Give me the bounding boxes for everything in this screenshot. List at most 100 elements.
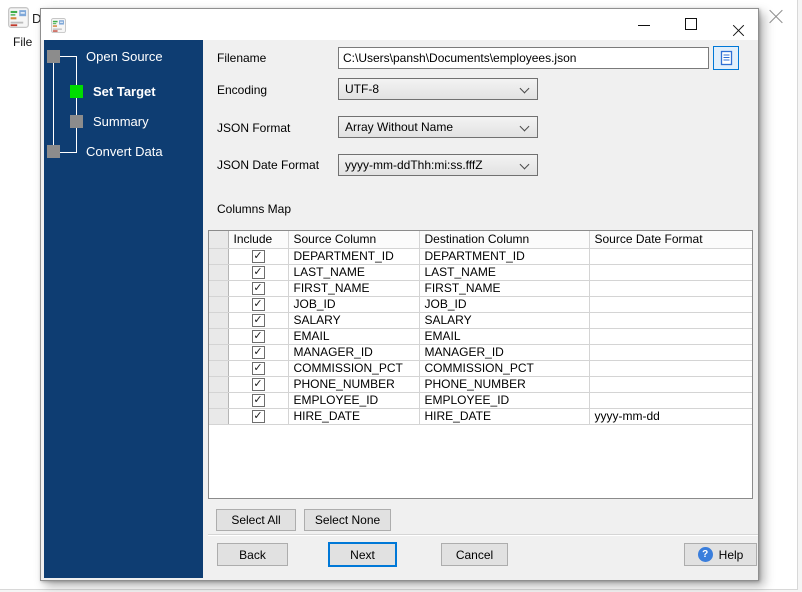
row-header-cell[interactable]: [209, 344, 229, 361]
source-column-cell[interactable]: DEPARTMENT_ID: [288, 248, 420, 265]
source-column-cell[interactable]: EMAIL: [288, 328, 420, 345]
back-button[interactable]: Back: [217, 543, 288, 566]
destination-column-cell[interactable]: EMPLOYEE_ID: [419, 392, 590, 409]
select-all-button[interactable]: Select All: [216, 509, 296, 531]
source-column-cell[interactable]: MANAGER_ID: [288, 344, 420, 361]
screen: Da File: [0, 0, 802, 592]
destination-column-cell[interactable]: HIRE_DATE: [419, 408, 590, 425]
close-button[interactable]: [723, 13, 753, 36]
include-checkbox[interactable]: ✓: [251, 346, 265, 359]
row-header-cell[interactable]: [209, 280, 229, 297]
include-checkbox[interactable]: ✓: [251, 266, 265, 279]
destination-column-cell[interactable]: PHONE_NUMBER: [419, 376, 590, 393]
source-date-format-cell[interactable]: [589, 264, 752, 281]
column-header-source-column[interactable]: Source Column: [288, 231, 420, 249]
destination-column-cell[interactable]: DEPARTMENT_ID: [419, 248, 590, 265]
include-checkbox[interactable]: ✓: [251, 314, 265, 327]
row-header-cell[interactable]: [209, 392, 229, 409]
destination-column-cell[interactable]: JOB_ID: [419, 296, 590, 313]
row-header-cell[interactable]: [209, 360, 229, 377]
encoding-dropdown[interactable]: UTF-8: [338, 78, 538, 100]
dialog-titlebar: [41, 9, 758, 40]
dialog-app-icon: [51, 18, 66, 33]
destination-column-cell[interactable]: SALARY: [419, 312, 590, 329]
row-header-cell[interactable]: [209, 264, 229, 281]
cancel-button[interactable]: Cancel: [441, 543, 508, 566]
include-cell: ✓: [228, 328, 289, 345]
destination-column-cell[interactable]: MANAGER_ID: [419, 344, 590, 361]
source-column-cell[interactable]: HIRE_DATE: [288, 408, 420, 425]
source-date-format-cell[interactable]: [589, 312, 752, 329]
source-column-cell[interactable]: SALARY: [288, 312, 420, 329]
source-date-format-cell[interactable]: [589, 376, 752, 393]
step-marker-open-source: [47, 50, 60, 63]
minimize-icon: [638, 25, 650, 26]
row-header-cell[interactable]: [209, 248, 229, 265]
destination-column-cell[interactable]: EMAIL: [419, 328, 590, 345]
destination-column-cell[interactable]: FIRST_NAME: [419, 280, 590, 297]
destination-column-cell[interactable]: COMMISSION_PCT: [419, 360, 590, 377]
columns-map-grid[interactable]: Include Source Column Destination Column So…: [208, 230, 753, 499]
include-cell: ✓: [228, 376, 289, 393]
table-row: ✓ HIRE_DATE HIRE_DATE yyyy-mm-dd: [209, 408, 752, 425]
include-cell: ✓: [228, 344, 289, 361]
source-date-format-cell[interactable]: [589, 280, 752, 297]
json-format-dropdown[interactable]: Array Without Name: [338, 116, 538, 138]
include-checkbox[interactable]: ✓: [251, 282, 265, 295]
source-date-format-cell[interactable]: [589, 328, 752, 345]
source-date-format-cell[interactable]: [589, 344, 752, 361]
filename-input[interactable]: [338, 47, 709, 69]
include-checkbox[interactable]: ✓: [251, 410, 265, 423]
table-row: ✓ SALARY SALARY: [209, 312, 752, 329]
column-header-include[interactable]: Include: [228, 231, 289, 249]
row-header-cell[interactable]: [209, 376, 229, 393]
table-row: ✓ EMAIL EMAIL: [209, 328, 752, 345]
table-row: ✓ COMMISSION_PCT COMMISSION_PCT: [209, 360, 752, 377]
row-header-cell[interactable]: [209, 328, 229, 345]
source-column-cell[interactable]: LAST_NAME: [288, 264, 420, 281]
minimize-button[interactable]: [629, 13, 659, 36]
include-checkbox[interactable]: ✓: [251, 298, 265, 311]
source-column-cell[interactable]: JOB_ID: [288, 296, 420, 313]
help-button[interactable]: ? Help: [684, 543, 757, 566]
source-date-format-cell[interactable]: [589, 248, 752, 265]
source-date-format-cell[interactable]: [589, 296, 752, 313]
wizard-sidebar: Open Source Set Target Summary Convert D…: [44, 40, 203, 578]
source-column-cell[interactable]: EMPLOYEE_ID: [288, 392, 420, 409]
row-header-cell[interactable]: [209, 408, 229, 425]
source-column-cell[interactable]: FIRST_NAME: [288, 280, 420, 297]
help-button-label: Help: [718, 547, 744, 562]
maximize-button[interactable]: [676, 13, 706, 36]
row-header-cell[interactable]: [209, 296, 229, 313]
json-date-format-label: JSON Date Format: [217, 158, 320, 172]
include-cell: ✓: [228, 312, 289, 329]
grid-corner-cell[interactable]: [209, 231, 229, 249]
chevron-down-icon: [519, 83, 530, 94]
row-header-cell[interactable]: [209, 312, 229, 329]
source-column-cell[interactable]: PHONE_NUMBER: [288, 376, 420, 393]
json-date-format-dropdown[interactable]: yyyy-mm-ddThh:mi:ss.fffZ: [338, 154, 538, 176]
chevron-down-icon: [519, 121, 530, 132]
source-date-format-cell[interactable]: [589, 360, 752, 377]
menu-file[interactable]: File: [8, 33, 37, 51]
select-none-button[interactable]: Select None: [304, 509, 391, 531]
table-row: ✓ EMPLOYEE_ID EMPLOYEE_ID: [209, 392, 752, 409]
source-column-cell[interactable]: COMMISSION_PCT: [288, 360, 420, 377]
close-icon: [732, 24, 745, 37]
destination-column-cell[interactable]: LAST_NAME: [419, 264, 590, 281]
include-checkbox[interactable]: ✓: [251, 330, 265, 343]
encoding-label: Encoding: [217, 83, 268, 97]
json-format-value: Array Without Name: [345, 120, 454, 134]
column-header-destination-column[interactable]: Destination Column: [419, 231, 590, 249]
source-date-format-cell[interactable]: [589, 392, 752, 409]
include-checkbox[interactable]: ✓: [251, 362, 265, 375]
include-checkbox[interactable]: ✓: [251, 378, 265, 391]
include-cell: ✓: [228, 248, 289, 265]
source-date-format-cell[interactable]: yyyy-mm-dd: [589, 408, 752, 425]
next-button[interactable]: Next: [328, 542, 397, 567]
browse-button[interactable]: [713, 46, 739, 70]
parent-close-icon[interactable]: [768, 9, 784, 25]
column-header-source-date-format[interactable]: Source Date Format: [589, 231, 752, 249]
include-checkbox[interactable]: ✓: [251, 250, 265, 263]
include-checkbox[interactable]: ✓: [251, 394, 265, 407]
